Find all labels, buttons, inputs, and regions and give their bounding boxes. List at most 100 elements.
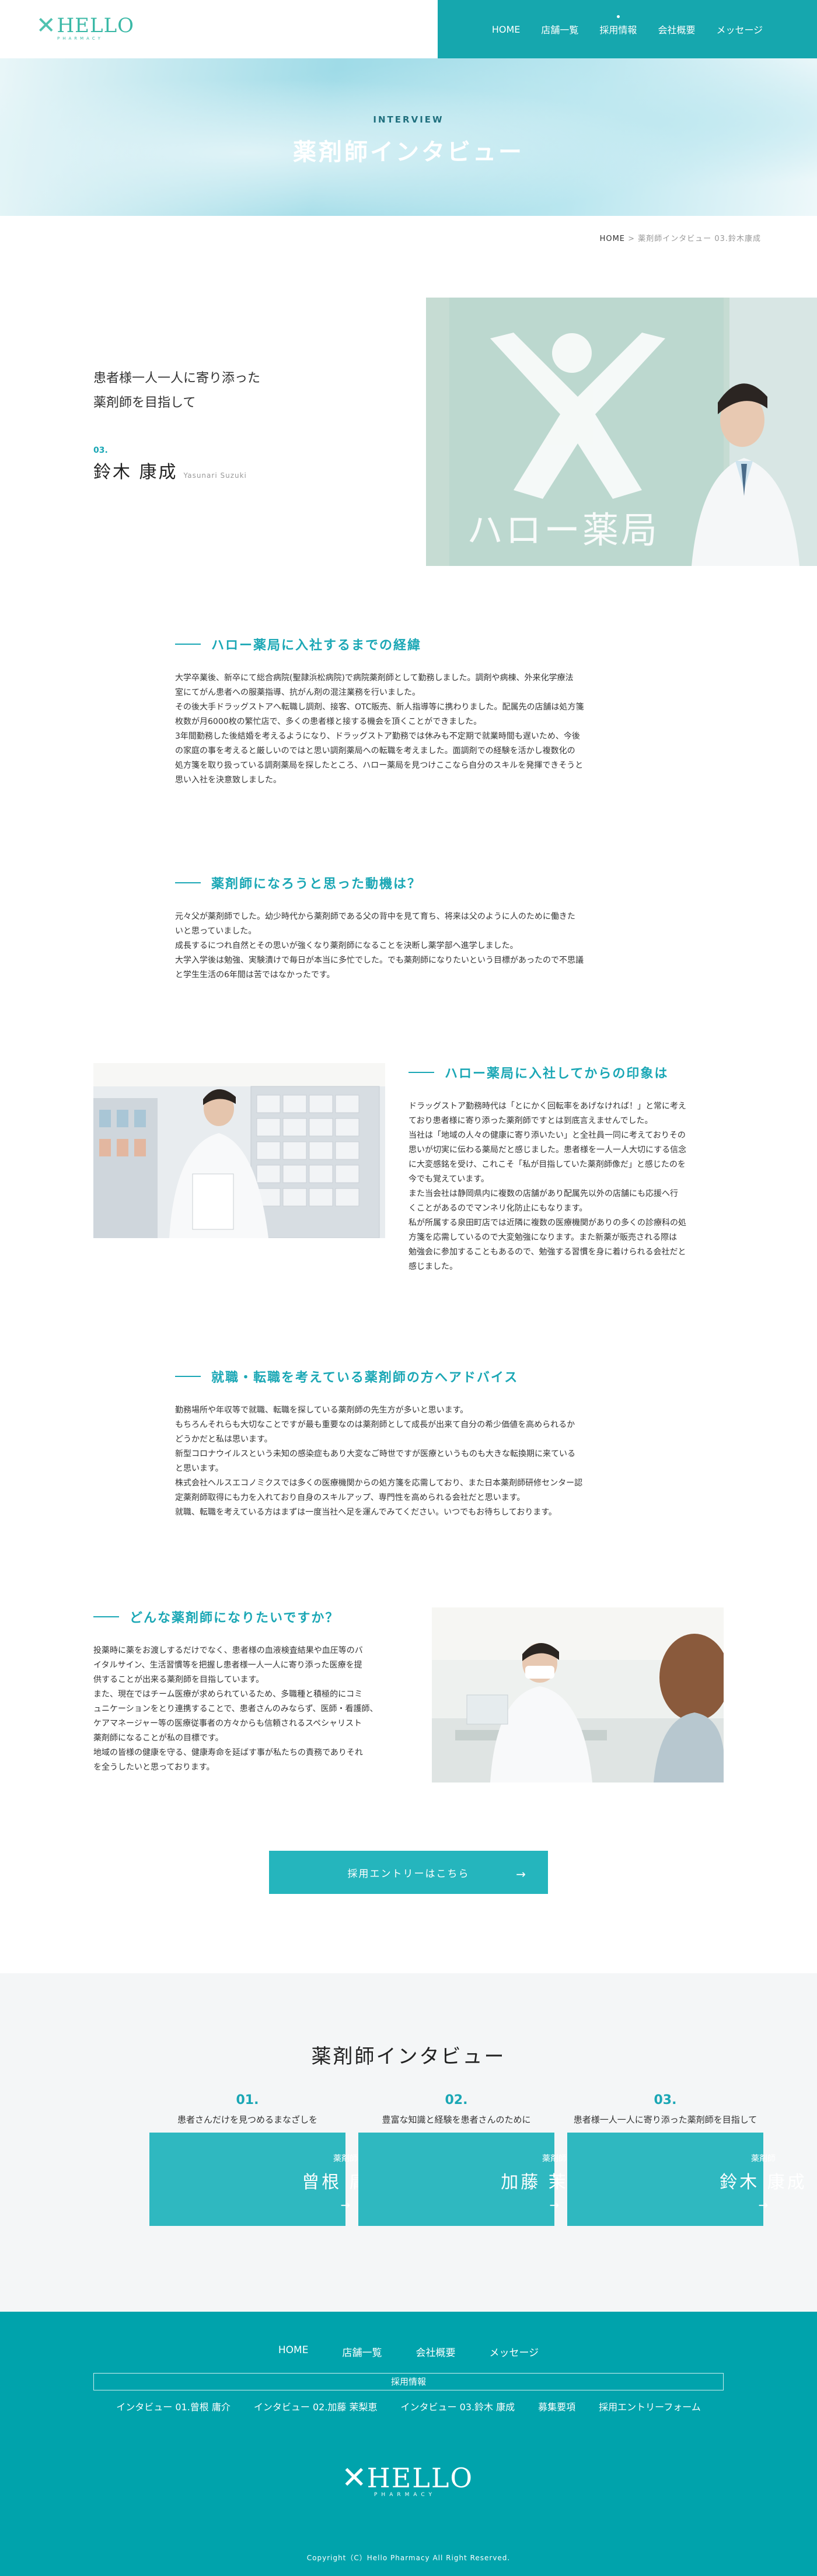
body-line: 投薬時に薬をお渡しするだけでなく、患者様の血液検査結果や血圧等のバ <box>93 1646 363 1655</box>
body-line: 感じました。 <box>408 1262 458 1271</box>
card-name: 鈴木 康成 <box>720 2172 807 2193</box>
section-title-text: 薬剤師になろうと思った動機は？ <box>211 877 422 892</box>
entry-button-label: 採用エントリーはこちら <box>347 1868 470 1880</box>
body-line: 大学入学後は勉強、実験漬けで毎日が本当に多忙でした。でも薬剤師になりたいという目… <box>175 956 584 965</box>
body-line: ケアマネージャー等の医療従事者の方々からも信頼されるスペシャリスト <box>93 1719 362 1728</box>
body-line: と思います。 <box>175 1464 224 1473</box>
body-line: どうかだと私は思います。 <box>175 1435 273 1444</box>
profile-number: 03. <box>93 446 108 455</box>
body-line: の家庭の事を考えると厳しいのではと思い調剤薬局への転職を考えました。面調剤での経… <box>175 746 575 756</box>
footer-link-requirements[interactable]: 募集要項 <box>538 2399 575 2413</box>
profile-name: 鈴木 康成 <box>93 462 178 483</box>
interview-cards: 01. 患者さんだけを見つめるまなざしを 薬剤師 曾根 庸介 → 02. 豊富な… <box>149 2093 805 2226</box>
body-line: 方箋を応需しているので大変勉強になります。また新薬が販売される際は <box>408 1233 678 1242</box>
footer-link-interview-03[interactable]: インタビュー 03.鈴木 康成 <box>401 2399 515 2413</box>
body-line: 大学卒業後、新卒にて総合病院(聖隷浜松病院)で病院薬剤師として勤務しました。調剤… <box>175 673 574 683</box>
body-line: 薬剤師になることが私の目標です。 <box>93 1733 224 1743</box>
section-future-goal: どんな薬剤師になりたいですか？ 投薬時に薬をお渡しするだけでなく、患者様の血液検… <box>93 1607 408 1775</box>
section-title-text: ハロー薬局に入社するまでの経緯 <box>211 638 422 653</box>
body-line: もちろんそれらも大切なことですが最も重要なのは薬剤師として成長が出来て自分の希少… <box>175 1420 575 1429</box>
entry-button[interactable]: 採用エントリーはこちら → <box>269 1851 548 1894</box>
title-line-decoration <box>93 1616 119 1617</box>
body-line: ており患者様に寄り添った薬剤師ですとは到底言えませんでした。 <box>408 1116 653 1126</box>
footer-link-entry-form[interactable]: 採用エントリーフォーム <box>599 2399 701 2413</box>
title-line-decoration <box>175 644 201 645</box>
arrow-right-icon: → <box>758 2198 769 2212</box>
body-line: イタルサイン、生活習慣等を把握し患者様一人一人に寄り添った医療を提 <box>93 1661 362 1670</box>
body-line: 新型コロナウイルスという未知の感染症もあり大変なご時世ですが医療というものも大き… <box>175 1449 575 1459</box>
section-advice: 就職・転職を考えている薬剤師の方へアドバイス 勤務場所や年収等で就職、転職を探し… <box>175 1367 642 1520</box>
profile-photo: ハロー薬局 <box>426 298 817 566</box>
card-catch: 患者さんだけを見つめるまなざしを <box>177 2114 317 2125</box>
footer-nav-company[interactable]: 会社概要 <box>416 2344 455 2359</box>
body-line: 就職、転職を考えている方はまずは一度当社へ足を運んでみてください。いつでもお待ち… <box>175 1508 557 1517</box>
profile-catch-line-2: 薬剤師を目指して <box>93 396 196 410</box>
footer-logo[interactable]: ✕ HELLO PHARMACY <box>341 2462 474 2498</box>
body-line: 供することが出来る薬剤師を目指しています。 <box>93 1675 264 1684</box>
breadcrumb: HOME > 薬剤師インタビュー 03.鈴木康成 <box>600 232 761 243</box>
section-body: ドラッグストア勤務時代は「とにかく回転率をあげなければ！」と常に考え ており患者… <box>408 1099 724 1274</box>
body-line: 元々父が薬剤師でした。幼少時代から薬剤師である父の背中を見て育ち、将来は父のよう… <box>175 912 575 921</box>
title-line-decoration <box>408 1072 434 1073</box>
section-body: 元々父が薬剤師でした。幼少時代から薬剤師である父の背中を見て育ち、将来は父のよう… <box>175 910 642 983</box>
body-line: 地域の皆様の健康を守る、健康寿命を延ばす事が私たちの責務でありそれ <box>93 1748 363 1757</box>
body-line: と学生生活の6年間は苦ではなかったです。 <box>175 970 335 980</box>
title-line-decoration <box>175 1376 201 1377</box>
breadcrumb-home[interactable]: HOME <box>600 235 625 243</box>
related-interviews: 薬剤師インタビュー 01. 患者さんだけを見つめるまなざしを 薬剤師 曾根 庸介… <box>0 1973 817 2312</box>
profile-roman-name: Yasunari Suzuki <box>183 471 247 480</box>
footer-recruit-label[interactable]: 採用情報 <box>93 2373 724 2390</box>
logo-subtext: PHARMACY <box>57 36 103 41</box>
footer-logo-subtext: PHARMACY <box>374 2492 436 2498</box>
title-line-decoration <box>175 882 201 883</box>
person-logo-icon: ✕ <box>36 12 56 39</box>
body-line: 処方箋を取り扱っている調剤薬局を探したところ、ハロー薬局を見つけここなら自分のス… <box>175 761 584 770</box>
profile-catch-line-1: 患者様一人一人に寄り添った <box>93 371 261 386</box>
page-title: 薬剤師インタビュー <box>293 139 524 166</box>
section-body: 大学卒業後、新卒にて総合病院(聖隷浜松病院)で病院薬剤師として勤務しました。調剤… <box>175 671 642 788</box>
nav-message[interactable]: メッセージ <box>716 22 763 36</box>
breadcrumb-separator: > <box>625 235 638 243</box>
nav-company[interactable]: 会社概要 <box>658 22 695 36</box>
body-line: ュニケーションをとり連携することで、患者さんのみならず、医師・看護師、 <box>93 1704 378 1714</box>
section-title-text: 就職・転職を考えている薬剤師の方へアドバイス <box>211 1371 519 1385</box>
breadcrumb-current: 薬剤師インタビュー 03.鈴木康成 <box>638 235 761 243</box>
footer-link-interview-02[interactable]: インタビュー 02.加藤 茉梨恵 <box>254 2399 378 2413</box>
body-line: 3年間勤務した後結婚を考えるようになり、ドラッグストア勤務では休みも不定期で就業… <box>175 732 580 741</box>
body-line: 株式会社ヘルスエコノミクスでは多くの医療機関からの処方箋を応需しており、また日本… <box>175 1479 583 1488</box>
nav-stores[interactable]: 店舗一覧 <box>541 22 578 36</box>
arrow-right-icon: → <box>516 1867 527 1881</box>
interview-card: 01. 患者さんだけを見つめるまなざしを 薬剤師 曾根 庸介 → <box>149 2093 387 2226</box>
footer-logo-text: HELLO <box>366 2462 474 2494</box>
section-title-text: どんな薬剤師になりたいですか？ <box>130 1611 340 1626</box>
hero-subtitle: INTERVIEW <box>373 114 444 125</box>
card-link-box[interactable]: 薬剤師 鈴木 康成 → <box>567 2133 805 2226</box>
card-link-box[interactable]: 薬剤師 曾根 庸介 → <box>149 2133 387 2226</box>
photo-sign-text: ハロー薬局 <box>467 509 659 551</box>
body-line: 定薬剤師取得にも力を入れており自身のスキルアップ、専門性を高められる会社だと思い… <box>175 1493 525 1502</box>
copyright: Copyright（C）Hello Pharmacy All Right Res… <box>306 2554 511 2562</box>
profile-name-block: 鈴木 康成 Yasunari Suzuki <box>93 457 260 483</box>
photo-pharmacist-counseling <box>432 1607 724 1782</box>
card-number: 01. <box>236 2093 259 2107</box>
section-title: ハロー薬局に入社するまでの経緯 <box>175 635 642 653</box>
card-link-box[interactable]: 薬剤師 加藤 茉梨恵 → <box>358 2133 606 2226</box>
nav-home[interactable]: HOME <box>492 24 521 35</box>
section-title: 就職・転職を考えている薬剤師の方へアドバイス <box>175 1367 642 1386</box>
page: ✕ HELLO PHARMACY HOME 店舗一覧 採用情報 会社概要 メッセ… <box>0 0 817 2576</box>
body-line: 成長するにつれ自然とその思いが強くなり薬剤師になることを決断し薬学部へ進学しまし… <box>175 941 518 950</box>
counseling-illustration <box>432 1607 724 1782</box>
global-nav: HOME 店舗一覧 採用情報 会社概要 メッセージ <box>438 0 817 58</box>
page-hero: INTERVIEW 薬剤師インタビュー <box>0 58 817 216</box>
body-line: 勉強会に参加することもあるので、勉強する習慣を身に着けられる会社だと <box>408 1247 686 1257</box>
nav-recruit[interactable]: 採用情報 <box>599 15 637 36</box>
section-body: 投薬時に薬をお渡しするだけでなく、患者様の血液検査結果や血圧等のバ イタルサイン… <box>93 1644 408 1775</box>
site-header: ✕ HELLO PHARMACY HOME 店舗一覧 採用情報 会社概要 メッセ… <box>0 0 817 58</box>
footer-nav-home[interactable]: HOME <box>278 2344 309 2359</box>
footer-link-interview-01[interactable]: インタビュー 01.曾根 庸介 <box>116 2399 231 2413</box>
footer-nav-stores[interactable]: 店舗一覧 <box>342 2344 382 2359</box>
body-line: を全うしたいと思っております。 <box>93 1763 215 1772</box>
footer-nav-message[interactable]: メッセージ <box>489 2344 539 2359</box>
site-logo[interactable]: ✕ HELLO PHARMACY <box>36 12 135 41</box>
logo-text: HELLO <box>57 14 135 37</box>
